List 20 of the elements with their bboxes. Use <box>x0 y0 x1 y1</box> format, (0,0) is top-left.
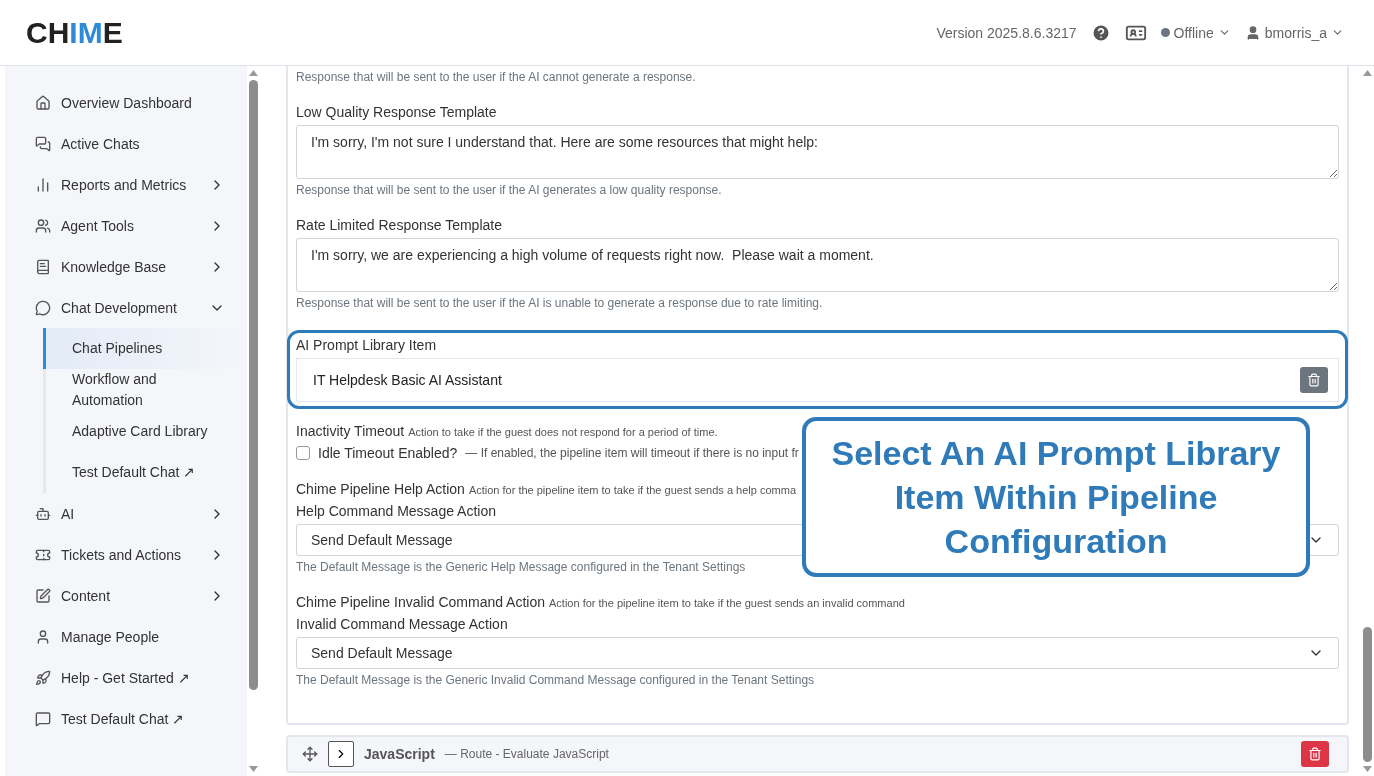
field-label: Rate Limited Response Template <box>296 217 503 234</box>
field-hint: Response that will be sent to the user if the AI cannot generate a response. <box>296 70 697 84</box>
section-title: Chime Pipeline Invalid Command Action Action for the pipeline item to take if the guest sends an invalid command <box>296 594 905 612</box>
field-label: AI Prompt Library Item <box>296 337 438 354</box>
pipeline-item-name: JavaScript <box>364 746 435 762</box>
field-hint: The Default Message is the Generic Help Message configured in the Tenant Settings <box>296 560 747 574</box>
field-label: Help Command Message Action <box>296 503 497 520</box>
section-title: Inactivity Timeout Action to take if the guest does not respond for a period of time. <box>296 423 718 441</box>
section-title: Chime Pipeline Help Action Action for the pipeline item to take if the guest sends a help comma <box>296 481 796 499</box>
callout-tooltip: Select An AI Prompt Library Item Within Pipeline Configuration <box>802 417 1310 577</box>
field-hint: Response that will be sent to the user if the AI is unable to generate a response due to rate limiting. <box>296 296 824 310</box>
chime-logo: CHIME <box>26 15 123 50</box>
version-text: Version 2025.8.6.3217 <box>936 24 1077 41</box>
field-label: Low Quality Response Template <box>296 104 498 121</box>
checkbox-detail: — If enabled, the pipeline item will timeout if there is no input fr <box>465 446 799 460</box>
checkbox-label: Idle Timeout Enabled? <box>318 445 458 461</box>
field-label: Invalid Command Message Action <box>296 616 509 633</box>
field-hint: The Default Message is the Generic Invalid Command Message configured in the Tenant Settings <box>296 673 816 687</box>
pipeline-item-description: — Route - Evaluate JavaScript <box>444 747 610 761</box>
field-hint: Response that will be sent to the user if the AI generates a low quality response. <box>296 183 723 197</box>
